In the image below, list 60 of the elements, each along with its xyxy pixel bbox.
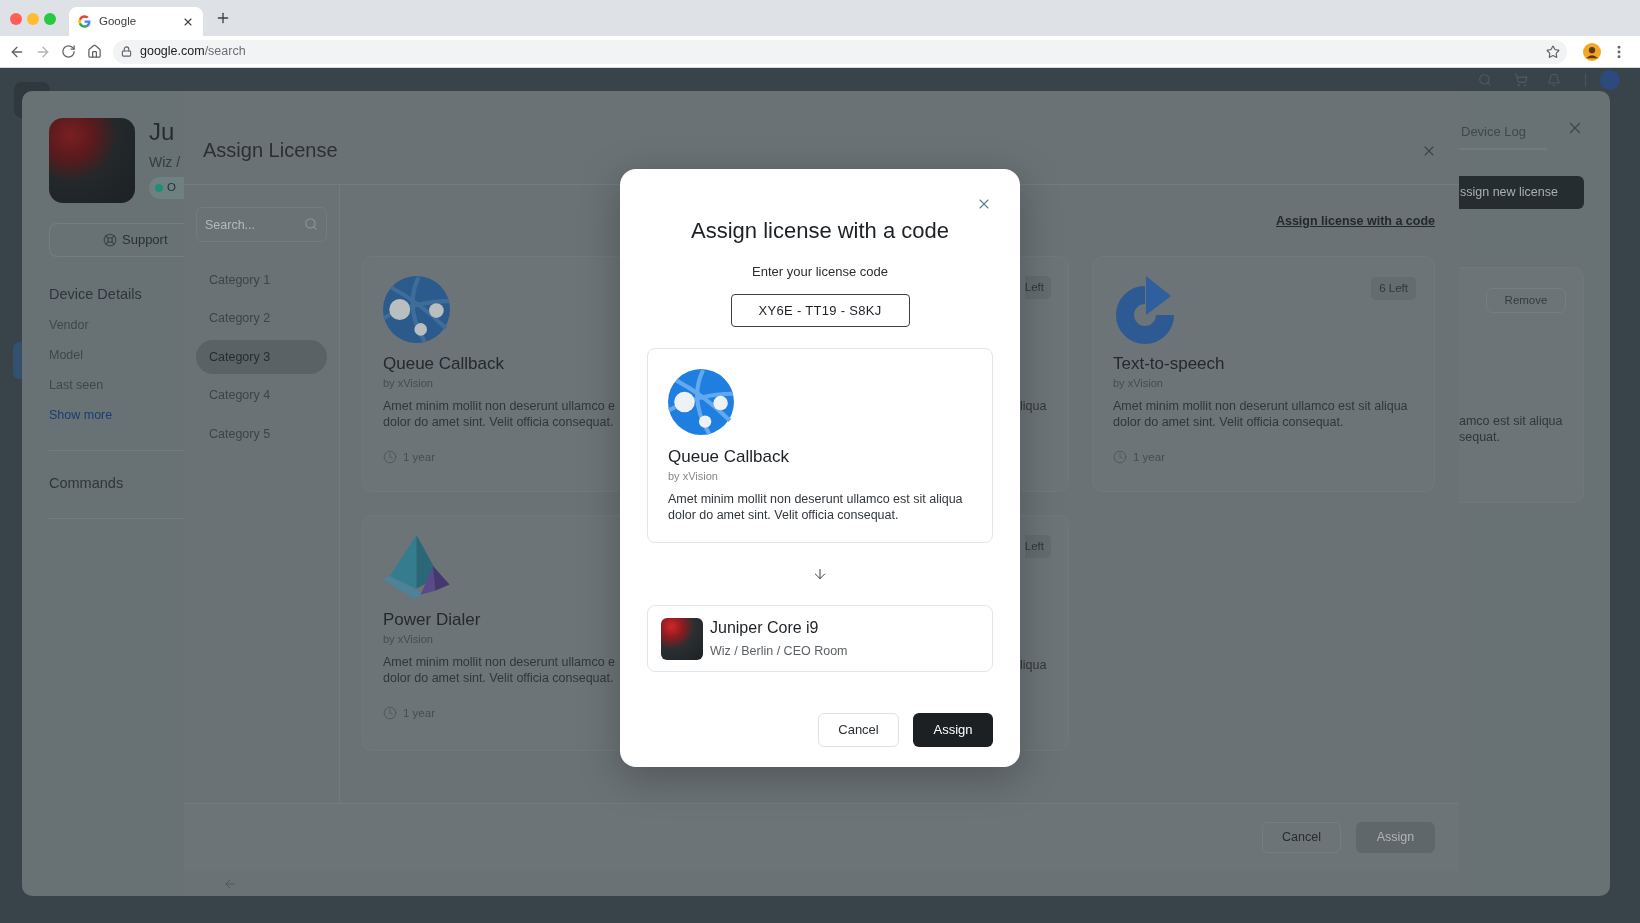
status-dot-icon [155, 184, 163, 192]
clock-icon [1113, 450, 1127, 464]
new-tab-icon[interactable] [215, 10, 231, 26]
bookmark-star-icon[interactable] [1546, 44, 1560, 59]
browser-tab[interactable]: Google [69, 7, 203, 36]
drawer-title: Assign License [203, 138, 338, 162]
photo-placeholder [661, 617, 703, 660]
window-zoom-icon[interactable] [44, 13, 56, 25]
globe-network-icon [668, 369, 734, 435]
address-bar[interactable]: google.com/search [113, 39, 1567, 64]
license-title: Queue Callback [383, 353, 504, 375]
cart-icon[interactable] [1514, 72, 1528, 87]
license-vendor: by xVision [668, 469, 718, 483]
show-more-link[interactable]: Show more [49, 407, 184, 423]
cancel-button[interactable]: Cancel [818, 713, 899, 747]
remove-button[interactable]: Remove [1486, 288, 1566, 313]
reload-icon[interactable] [61, 44, 76, 59]
lock-icon [121, 46, 132, 57]
lifebuoy-icon [103, 233, 117, 247]
assign-code-link[interactable]: Assign license with a code [1275, 211, 1435, 231]
license-title: Text-to-speech [1113, 353, 1225, 375]
section-heading: Commands [49, 474, 125, 492]
cancel-button[interactable]: Cancel [1262, 822, 1341, 853]
globe-network-icon [383, 276, 450, 343]
device-location: Wiz / Berlin / CEO Room [710, 643, 848, 659]
g-logo-icon [78, 15, 91, 28]
license-description: Amet minim mollit non deserunt ullamco e dolor do amet sint. Velit officia consequat. [383, 398, 616, 430]
bell-icon[interactable] [1547, 72, 1561, 87]
clock-icon [383, 450, 397, 464]
field-label: Enter your license code [751, 263, 889, 281]
license-description: Amet minim mollit non deserunt ullamco est sit aliqua dolor do amet sint. Velit officia consequat. [668, 491, 964, 523]
search-field[interactable]: Search... [196, 207, 327, 242]
status-text: O [167, 180, 176, 196]
license-description: amco est sit aliqua sequat. [1459, 413, 1564, 445]
url-text: google.com/search [140, 43, 247, 61]
down-arrow-icon [812, 566, 828, 582]
license-title: Power Dialer [383, 609, 481, 631]
ring-play-icon [1115, 276, 1175, 344]
tab-title: Google [99, 13, 138, 29]
assign-button[interactable]: Assign [913, 713, 993, 747]
license-card[interactable]: Remove amco est sit aliqua sequat. [1459, 267, 1584, 503]
assign-new-license-button[interactable]: ssign new license [1459, 176, 1584, 209]
profile-avatar-icon[interactable] [1583, 42, 1601, 61]
home-icon[interactable] [87, 44, 102, 59]
dialog-title: Assign license with a code [690, 217, 950, 245]
device-name: Juniper Core i9 [710, 618, 820, 638]
window-minimize-icon[interactable] [27, 13, 39, 25]
license-description: Amet minim mollit non deserunt ullamco e dolor do amet sint. Velit officia consequat. [383, 654, 616, 686]
license-description: liqua [1020, 657, 1047, 673]
pyramid-icon [383, 535, 452, 599]
clock-icon [383, 706, 397, 720]
section-heading: Device Details [49, 285, 143, 303]
license-title: Queue Callback [668, 446, 789, 468]
license-description: liqua [1020, 398, 1047, 414]
window-close-icon[interactable] [10, 13, 22, 25]
support-button[interactable]: Support [49, 223, 184, 257]
license-description: Amet minim mollit non deserunt ullamco est sit aliqua dolor do amet sint. Velit officia consequat. [1113, 398, 1409, 430]
license-code-field[interactable]: XY6E - TT19 - S8KJ [730, 294, 910, 327]
device-title: Ju [149, 118, 175, 146]
search-icon [304, 217, 318, 231]
